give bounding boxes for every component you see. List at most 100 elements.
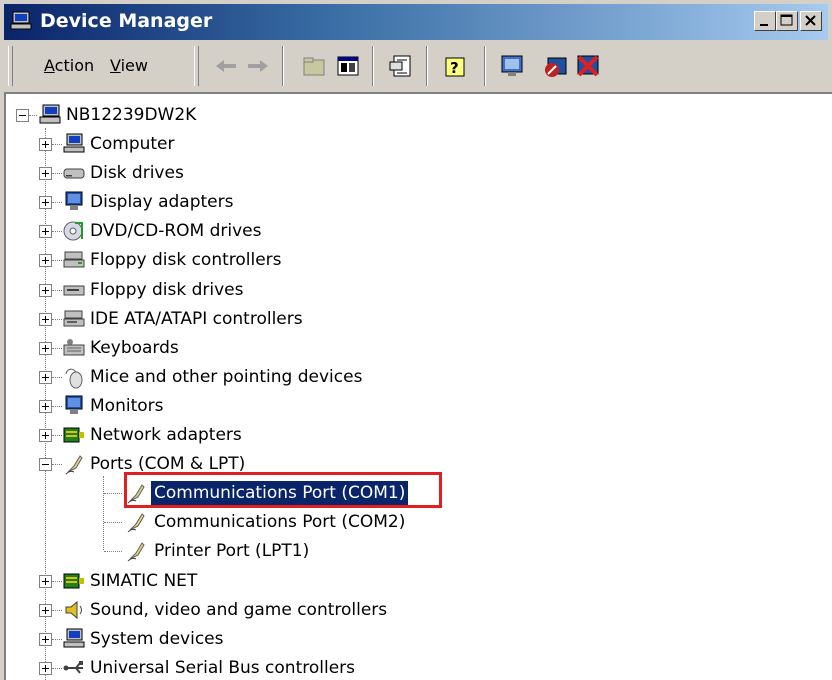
toolbar: Action View ? [4,40,828,92]
menu-action[interactable]: Action [44,56,94,75]
uninstall-device-icon[interactable] [574,52,602,80]
tree-item-floppy-disk-drives[interactable]: Floppy disk drives [90,278,243,302]
toolbar-grip[interactable] [194,46,199,86]
tree-connector [52,667,62,669]
tree-connector [52,347,62,349]
tree-item-communications-port-com1[interactable]: Communications Port (COM1) [151,481,409,506]
dvd-drive-icon [62,219,86,243]
tree-connector [52,376,62,378]
expand-toggle-sound-video-and-game-controllers[interactable] [39,603,52,617]
scan-hardware-icon[interactable] [498,52,526,80]
tree-item-mice-and-other-pointing-devices[interactable]: Mice and other pointing devices [90,365,362,389]
properties-icon[interactable] [388,52,416,80]
back-icon[interactable] [212,52,240,80]
network-adapter-icon [62,423,86,447]
expand-toggle-keyboards[interactable] [39,341,52,355]
floppy-controller-icon [62,248,86,272]
minus-icon [19,115,26,116]
tree-item-universal-serial-bus-controllers[interactable]: Universal Serial Bus controllers [90,656,355,680]
close-button[interactable] [800,11,822,31]
monitor-icon [62,394,86,418]
tree-item-computer[interactable]: Computer [90,132,175,156]
tree-item-network-adapters[interactable]: Network adapters [90,423,242,447]
menu-view[interactable]: View [110,56,148,75]
tree-connector [104,551,122,553]
tree-connector [52,435,62,436]
plus-icon [42,402,49,410]
tree-item-system-devices[interactable]: System devices [90,627,224,651]
plus-icon [42,432,49,439]
properties-pane-icon[interactable] [334,52,362,80]
toolbar-grip[interactable] [8,46,13,86]
tree-item-monitors[interactable]: Monitors [90,394,163,418]
tree-item-keyboards[interactable]: Keyboards [90,336,179,360]
expand-toggle-dvd-cd-rom-drives[interactable] [39,225,52,239]
display-adapter-icon [62,190,86,214]
collapse-root-toggle[interactable] [16,109,29,122]
tree-connector [52,318,62,320]
tree-item-ide-ata-atapi-controllers[interactable]: IDE ATA/ATAPI controllers [90,307,303,331]
mouse-icon [62,365,86,389]
tree-connector [103,476,104,550]
expand-toggle-floppy-disk-controllers[interactable] [39,254,52,268]
close-icon [805,15,816,26]
expand-toggle-system-devices[interactable] [39,632,52,646]
tree-connector [104,493,122,495]
tree-connector [52,260,62,262]
tree-connector [52,609,62,611]
expand-toggle-network-adapters[interactable] [39,429,52,442]
tree-item-simatic-net[interactable]: SIMATIC NET [90,569,197,593]
tree-item-floppy-disk-controllers[interactable]: Floppy disk controllers [90,248,282,272]
plus-icon [42,315,49,323]
toolbar-separator [372,46,374,86]
usb-icon [62,656,86,680]
disable-device-icon[interactable] [542,52,570,80]
tree-connector [29,115,37,116]
tree-connector [52,638,62,640]
system-devices-icon [62,627,86,651]
expand-toggle-display-adapters[interactable] [39,196,52,210]
device-manager-window: Device Manager Action View ? NB12239DW2K… [0,0,832,680]
up-folder-icon[interactable] [300,52,328,80]
tree-item-dvd-cd-rom-drives[interactable]: DVD/CD-ROM drives [90,219,261,243]
disk-drive-icon [62,161,86,185]
port-icon [62,452,86,476]
svg-text:?: ? [450,59,459,77]
maximize-button[interactable] [776,11,798,31]
minus-icon [42,464,49,466]
simatic-net-icon [62,569,86,593]
expand-toggle-ide-ata-atapi-controllers[interactable] [39,312,52,326]
tree-item-printer-port-lpt1[interactable]: Printer Port (LPT1) [154,539,309,563]
tree-connector [52,173,62,175]
expand-toggle-monitors[interactable] [39,399,52,413]
expand-toggle-computer[interactable] [39,138,52,151]
tree-item-communications-port-com2[interactable]: Communications Port (COM2) [154,510,405,534]
computer-icon [62,132,86,156]
tree-connector [52,464,62,466]
tree-connector [52,231,62,233]
tree-item-display-adapters[interactable]: Display adapters [90,190,233,214]
forward-icon[interactable] [244,52,272,80]
tree-item-ports-com-lpt[interactable]: Ports (COM & LPT) [90,452,245,476]
tree-root-label[interactable]: NB12239DW2K [66,103,196,127]
expand-toggle-mice-and-other-pointing-devices[interactable] [39,370,52,384]
window-title: Device Manager [40,10,213,32]
expand-toggle-ports-com-lpt[interactable] [39,458,52,472]
maximize-icon [780,14,793,26]
plus-icon [42,257,49,265]
expand-toggle-simatic-net[interactable] [39,574,52,588]
minimize-button[interactable] [754,11,776,31]
port-icon [124,481,148,505]
help-icon[interactable]: ? [442,52,470,80]
plus-icon [42,577,49,585]
title-bar[interactable]: Device Manager [4,4,828,40]
tree-item-disk-drives[interactable]: Disk drives [90,161,184,185]
expand-toggle-disk-drives[interactable] [39,167,52,181]
toolbar-separator [282,46,284,86]
tree-item-sound-video-and-game-controllers[interactable]: Sound, video and game controllers [90,598,387,622]
expand-toggle-floppy-disk-drives[interactable] [39,283,52,297]
plus-icon [42,228,49,236]
minimize-icon [760,24,768,26]
device-tree[interactable]: NB12239DW2K Computer Disk drives Display a… [4,92,832,680]
expand-toggle-universal-serial-bus-controllers[interactable] [39,661,52,675]
